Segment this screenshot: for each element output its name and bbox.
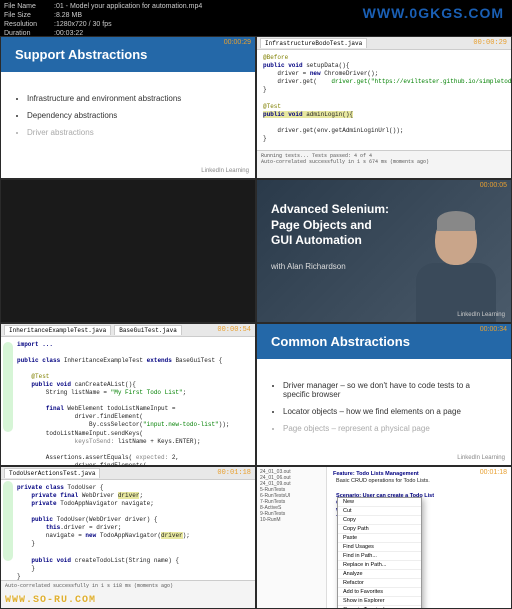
thumbnail-grid: 00:00:29 Support Abstractions Infrastruc… (0, 36, 512, 609)
timestamp: 00:00:05 (480, 182, 507, 189)
menu-item[interactable]: Add to Favorites (338, 588, 421, 597)
menu-item[interactable]: Copy Path (338, 525, 421, 534)
file-tab[interactable]: BaseGuiTest.java (114, 325, 182, 335)
test-pass-gutter (3, 481, 13, 561)
bullet: Dependency abstractions (27, 111, 241, 120)
bullet-dim: Page objects – represent a physical page (283, 424, 497, 433)
menu-item[interactable]: Analyze (338, 570, 421, 579)
tree-item[interactable]: 10-RunM (259, 517, 324, 523)
tile-slide-support[interactable]: 00:00:29 Support Abstractions Infrastruc… (1, 37, 255, 178)
menu-item[interactable]: Find in Path... (338, 552, 421, 561)
file-size-label: File Size (4, 11, 54, 20)
slide-title: Support Abstractions (1, 37, 255, 72)
menu-item[interactable]: Refactor (338, 579, 421, 588)
file-size-value: 8.28 MB (56, 11, 82, 20)
file-tab[interactable]: InheritanceExampleTest.java (4, 325, 111, 335)
bullet: Driver manager – so we don't have to cod… (283, 381, 497, 399)
file-tab[interactable]: InfrastructureBodoTest.java (260, 38, 367, 48)
menu-item[interactable]: Show in Explorer (338, 597, 421, 606)
brand: LinkedIn Learning (457, 455, 505, 461)
resolution-label: Resolution (4, 20, 54, 29)
file-tab[interactable]: TodoUserActionsTest.java (4, 468, 100, 478)
presenter-photo (408, 207, 503, 322)
watermark-text: WWW.0GKGS.COM (363, 4, 504, 22)
tile-ide-inheritance[interactable]: 00:00:54 InheritanceExampleTest.java Bas… (1, 324, 255, 465)
slide-title: Common Abstractions (257, 324, 511, 359)
timestamp: 00:00:29 (224, 39, 251, 46)
menu-item[interactable]: New (338, 498, 421, 507)
code-editor[interactable]: private class TodoUser { private final W… (1, 480, 255, 580)
presenter-name: with Alan Richardson (271, 262, 346, 271)
file-name-value: 01 - Model your application for automati… (56, 2, 202, 11)
bullet-dim: Driver abstractions (27, 128, 241, 137)
bullet: Infrastructure and environment abstracti… (27, 94, 241, 103)
menu-item[interactable]: Find Usages (338, 543, 421, 552)
brand: LinkedIn Learning (201, 168, 249, 174)
timestamp: 00:00:54 (217, 326, 251, 334)
menu-item[interactable]: Replace in Path... (338, 561, 421, 570)
timestamp: 00:01:18 (217, 469, 251, 477)
project-tree[interactable]: 24_01_03.out 24_01_06.out 24_01_09.out 5… (257, 467, 327, 608)
timestamp: 00:00:34 (480, 326, 507, 333)
menu-item[interactable]: Open in Terminal (338, 606, 421, 608)
menu-item[interactable]: Paste (338, 534, 421, 543)
bullet: Locator objects – how we find elements o… (283, 407, 497, 416)
menu-item[interactable]: Cut (338, 507, 421, 516)
code-editor[interactable]: @Before public void setupData(){ driver … (257, 50, 511, 150)
timestamp: 00:01:18 (480, 469, 507, 476)
tile-ide-feature[interactable]: 00:01:18 24_01_03.out 24_01_06.out 24_01… (257, 467, 511, 608)
menu-item[interactable]: Copy (338, 516, 421, 525)
course-title: Advanced Selenium: Page Objects and GUI … (271, 202, 411, 249)
context-menu[interactable]: New Cut Copy Copy Path Paste Find Usages… (337, 497, 422, 608)
code-editor[interactable]: import ... public class InheritanceExamp… (1, 337, 255, 465)
tile-video-intro[interactable]: 00:00:05 Advanced Selenium: Page Objects… (257, 180, 511, 321)
file-info-bar: File Name: 01 - Model your application f… (0, 0, 512, 36)
tile-ide-infra[interactable]: 00:00:29 InfrastructureBodoTest.java @Be… (257, 37, 511, 178)
timestamp: 00:00:29 (473, 39, 507, 47)
tile-slide-common[interactable]: 00:00:34 Common Abstractions Driver mana… (257, 324, 511, 465)
resolution-value: 1280x720 / 30 fps (56, 20, 112, 29)
tile-ide-todouser[interactable]: 00:01:18 TodoUserActionsTest.java privat… (1, 467, 255, 608)
test-pass-gutter (3, 342, 13, 432)
brand: LinkedIn Learning (457, 312, 505, 318)
file-name-label: File Name (4, 2, 54, 11)
test-console[interactable]: Running tests... Tests passed: 4 of 4 Au… (257, 150, 511, 178)
tile-blank (1, 180, 255, 321)
bottom-watermark: WWW.SO-RU.COM (5, 595, 96, 606)
